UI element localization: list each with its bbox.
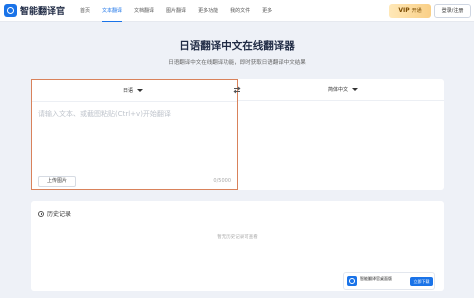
- upload-image-button[interactable]: 上传图片: [38, 176, 76, 187]
- logo-icon[interactable]: [4, 4, 17, 17]
- char-counter: 0/5000: [213, 178, 231, 184]
- source-divider: [32, 101, 237, 102]
- source-panel: 日语 请输入文本、或截图粘贴(Ctrl+v)开始翻译 上传图片 0/5000: [31, 79, 238, 190]
- source-text-input[interactable]: 请输入文本、或截图粘贴(Ctrl+v)开始翻译: [38, 109, 171, 119]
- vip-button[interactable]: VIP 开通: [389, 4, 431, 18]
- app-logo-icon: [347, 276, 357, 286]
- vip-sub-label: 开通: [411, 8, 422, 14]
- page-subtitle: 日语翻译中文在线翻译功能，即时获取日语翻译中文结果: [168, 60, 306, 66]
- download-button[interactable]: 立即下载: [410, 277, 433, 286]
- nav-doc-translate[interactable]: 文档翻译: [128, 0, 160, 22]
- history-title: 历史记录: [47, 211, 72, 218]
- history-empty-text: 暂无历史记录可查看: [217, 235, 258, 240]
- chevron-down-icon: [352, 88, 359, 91]
- nav-text-translate[interactable]: 文本翻译: [96, 0, 128, 22]
- login-button[interactable]: 登录/注册: [434, 4, 471, 18]
- vip-label: VIP: [398, 7, 410, 14]
- target-language-label: 简体中文: [328, 87, 349, 93]
- chevron-down-icon: [137, 89, 144, 92]
- nav-more-features[interactable]: 更多功能: [192, 0, 224, 22]
- nav-my-files[interactable]: 我的文件: [224, 0, 256, 22]
- main-nav: 首页 文本翻译 文档翻译 图片翻译 更多功能 我的文件 更多: [74, 0, 278, 22]
- source-language-label: 日语: [123, 88, 134, 94]
- target-divider: [238, 100, 444, 101]
- target-language-select[interactable]: 简体中文: [328, 86, 359, 93]
- nav-more[interactable]: 更多: [256, 0, 278, 22]
- page-title: 日语翻译中文在线翻译器: [179, 40, 295, 52]
- swap-languages-icon[interactable]: [233, 86, 241, 94]
- target-panel: 简体中文: [238, 79, 444, 190]
- promo-title: 智能翻译官桌面版: [360, 276, 392, 281]
- nav-image-translate[interactable]: 图片翻译: [160, 0, 192, 22]
- history-header: 历史记录: [38, 209, 71, 218]
- nav-home[interactable]: 首页: [74, 0, 96, 22]
- clock-icon: [38, 210, 44, 217]
- logo-text[interactable]: 智能翻译官: [20, 4, 65, 17]
- desktop-app-promo: 智能翻译官桌面版 立即下载: [343, 272, 435, 290]
- source-language-select[interactable]: 日语: [123, 87, 144, 94]
- top-navbar: 智能翻译官 首页 文本翻译 文档翻译 图片翻译 更多功能 我的文件 更多 VIP…: [0, 0, 474, 22]
